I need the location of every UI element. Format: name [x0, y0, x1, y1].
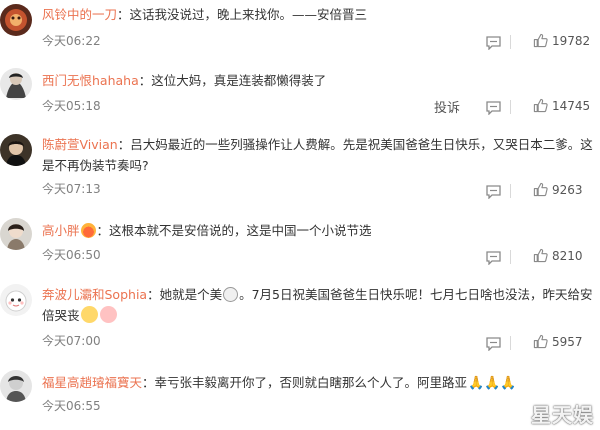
thumbs-up-icon — [533, 334, 548, 349]
comment-item: 西门无恨hahaha：这位大妈，真是连装都懒得装了 今天05:18 投诉 147… — [0, 62, 600, 126]
comment-text-line: 风铃中的一刀：这话我没说过，晚上来找你。——安倍晋三 — [42, 4, 594, 25]
thumbs-up-icon — [533, 33, 548, 48]
comment-text-line: 高小胖 ：这根本就不是安倍说的，这是中国一个小说节选 — [42, 220, 594, 241]
comment-bubble-icon[interactable] — [486, 100, 501, 116]
timestamp: 今天05:18 — [42, 99, 101, 113]
avatar[interactable] — [0, 370, 32, 402]
comment-bubble-icon[interactable] — [486, 184, 501, 200]
like-button[interactable]: 5957 — [533, 334, 583, 349]
comment-text: ：这根本就不是安倍说的，这是中国一个小说节选 — [96, 223, 372, 238]
like-count: 19782 — [552, 33, 591, 48]
username-link[interactable]: 风铃中的一刀 — [42, 7, 117, 22]
timestamp: 今天06:50 — [42, 248, 101, 262]
timestamp: 今天07:00 — [42, 334, 101, 348]
crying-face-emoji-icon — [80, 306, 98, 323]
thumbs-up-icon — [533, 98, 548, 113]
divider — [510, 100, 511, 114]
sad-face-emoji-icon — [99, 306, 117, 323]
divider — [510, 35, 511, 49]
comment-bubble-icon[interactable] — [486, 35, 501, 51]
comment-text: ：这话我没说过，晚上来找你。——安倍晋三 — [117, 7, 368, 22]
comment-text: ：吕大妈最近的一些列骚操作让人费解。先是祝美国爸爸生日快乐，又哭日本二爹。这是不… — [42, 137, 593, 173]
like-count: 9263 — [552, 182, 583, 197]
like-button[interactable]: 14745 — [533, 98, 590, 113]
comment-bubble-icon[interactable] — [486, 336, 501, 352]
like-button[interactable]: 19782 — [533, 33, 590, 48]
comment-text-line: 奔波儿灞和Sophia：她就是个美 。7月5日祝美国爸爸生日快乐呢！七月七日啥也没… — [42, 284, 594, 326]
comment-text-line: 陈蔚萱Vivian：吕大妈最近的一些列骚操作让人费解。先是祝美国爸爸生日快乐，又… — [42, 134, 594, 176]
username-link[interactable]: 西门无恨hahaha — [42, 73, 139, 88]
watermark-logo: 星天娱 — [531, 403, 594, 427]
crown-badge-icon — [80, 223, 96, 238]
divider — [510, 336, 511, 350]
comment-text-line: 福星高趙璿福寶天：幸亏张丰毅离开你了，否则就白瞎那么个人了。阿里路亚🙏🙏🙏 — [42, 372, 594, 394]
face-emoji-icon — [223, 287, 239, 302]
timestamp: 今天06:55 — [42, 399, 101, 413]
like-button[interactable]: 8210 — [533, 248, 583, 263]
comment-item: 高小胖 ：这根本就不是安倍说的，这是中国一个小说节选 今天06:50 8210 — [0, 208, 600, 270]
like-count: 14745 — [552, 98, 591, 113]
avatar[interactable] — [0, 4, 32, 36]
divider — [510, 184, 511, 198]
comment-text: ：这位大妈，真是连装都懒得装了 — [138, 73, 327, 88]
comment-text-line: 西门无恨hahaha：这位大妈，真是连装都懒得装了 — [42, 70, 594, 91]
like-count: 5957 — [552, 334, 583, 349]
praying-hands-emoji: 🙏🙏🙏 — [468, 376, 517, 391]
like-count: 8210 — [552, 248, 583, 263]
username-link[interactable]: 福星高趙璿福寶天 — [42, 375, 142, 390]
username-link[interactable]: 高小胖 — [42, 223, 80, 238]
comment-item: 福星高趙璿福寶天：幸亏张丰毅离开你了，否则就白瞎那么个人了。阿里路亚🙏🙏🙏 今天… — [0, 362, 600, 430]
like-button[interactable]: 9263 — [533, 182, 583, 197]
comment-item: 陈蔚萱Vivian：吕大妈最近的一些列骚操作让人费解。先是祝美国爸爸生日快乐，又… — [0, 126, 600, 208]
comment-text: ：幸亏张丰毅离开你了，否则就白瞎那么个人了。阿里路亚 — [142, 375, 468, 390]
comment-item: 风铃中的一刀：这话我没说过，晚上来找你。——安倍晋三 今天06:22 19782 — [0, 0, 600, 62]
avatar[interactable] — [0, 218, 32, 250]
avatar[interactable] — [0, 134, 32, 166]
comment-bubble-icon[interactable] — [486, 250, 501, 266]
thumbs-up-icon — [533, 248, 548, 263]
avatar[interactable] — [0, 284, 32, 316]
comment-text: ：她就是个美 — [147, 287, 223, 302]
avatar[interactable] — [0, 68, 32, 100]
divider — [510, 250, 511, 264]
comment-item: 奔波儿灞和Sophia：她就是个美 。7月5日祝美国爸爸生日快乐呢！七月七日啥也没… — [0, 270, 600, 362]
username-link[interactable]: 陈蔚萱Vivian — [42, 137, 118, 152]
timestamp: 今天06:22 — [42, 34, 101, 48]
timestamp: 今天07:13 — [42, 182, 101, 196]
username-link[interactable]: 奔波儿灞和Sophia — [42, 287, 147, 302]
thumbs-up-icon — [533, 182, 548, 197]
report-button[interactable]: 投诉 — [434, 97, 460, 116]
